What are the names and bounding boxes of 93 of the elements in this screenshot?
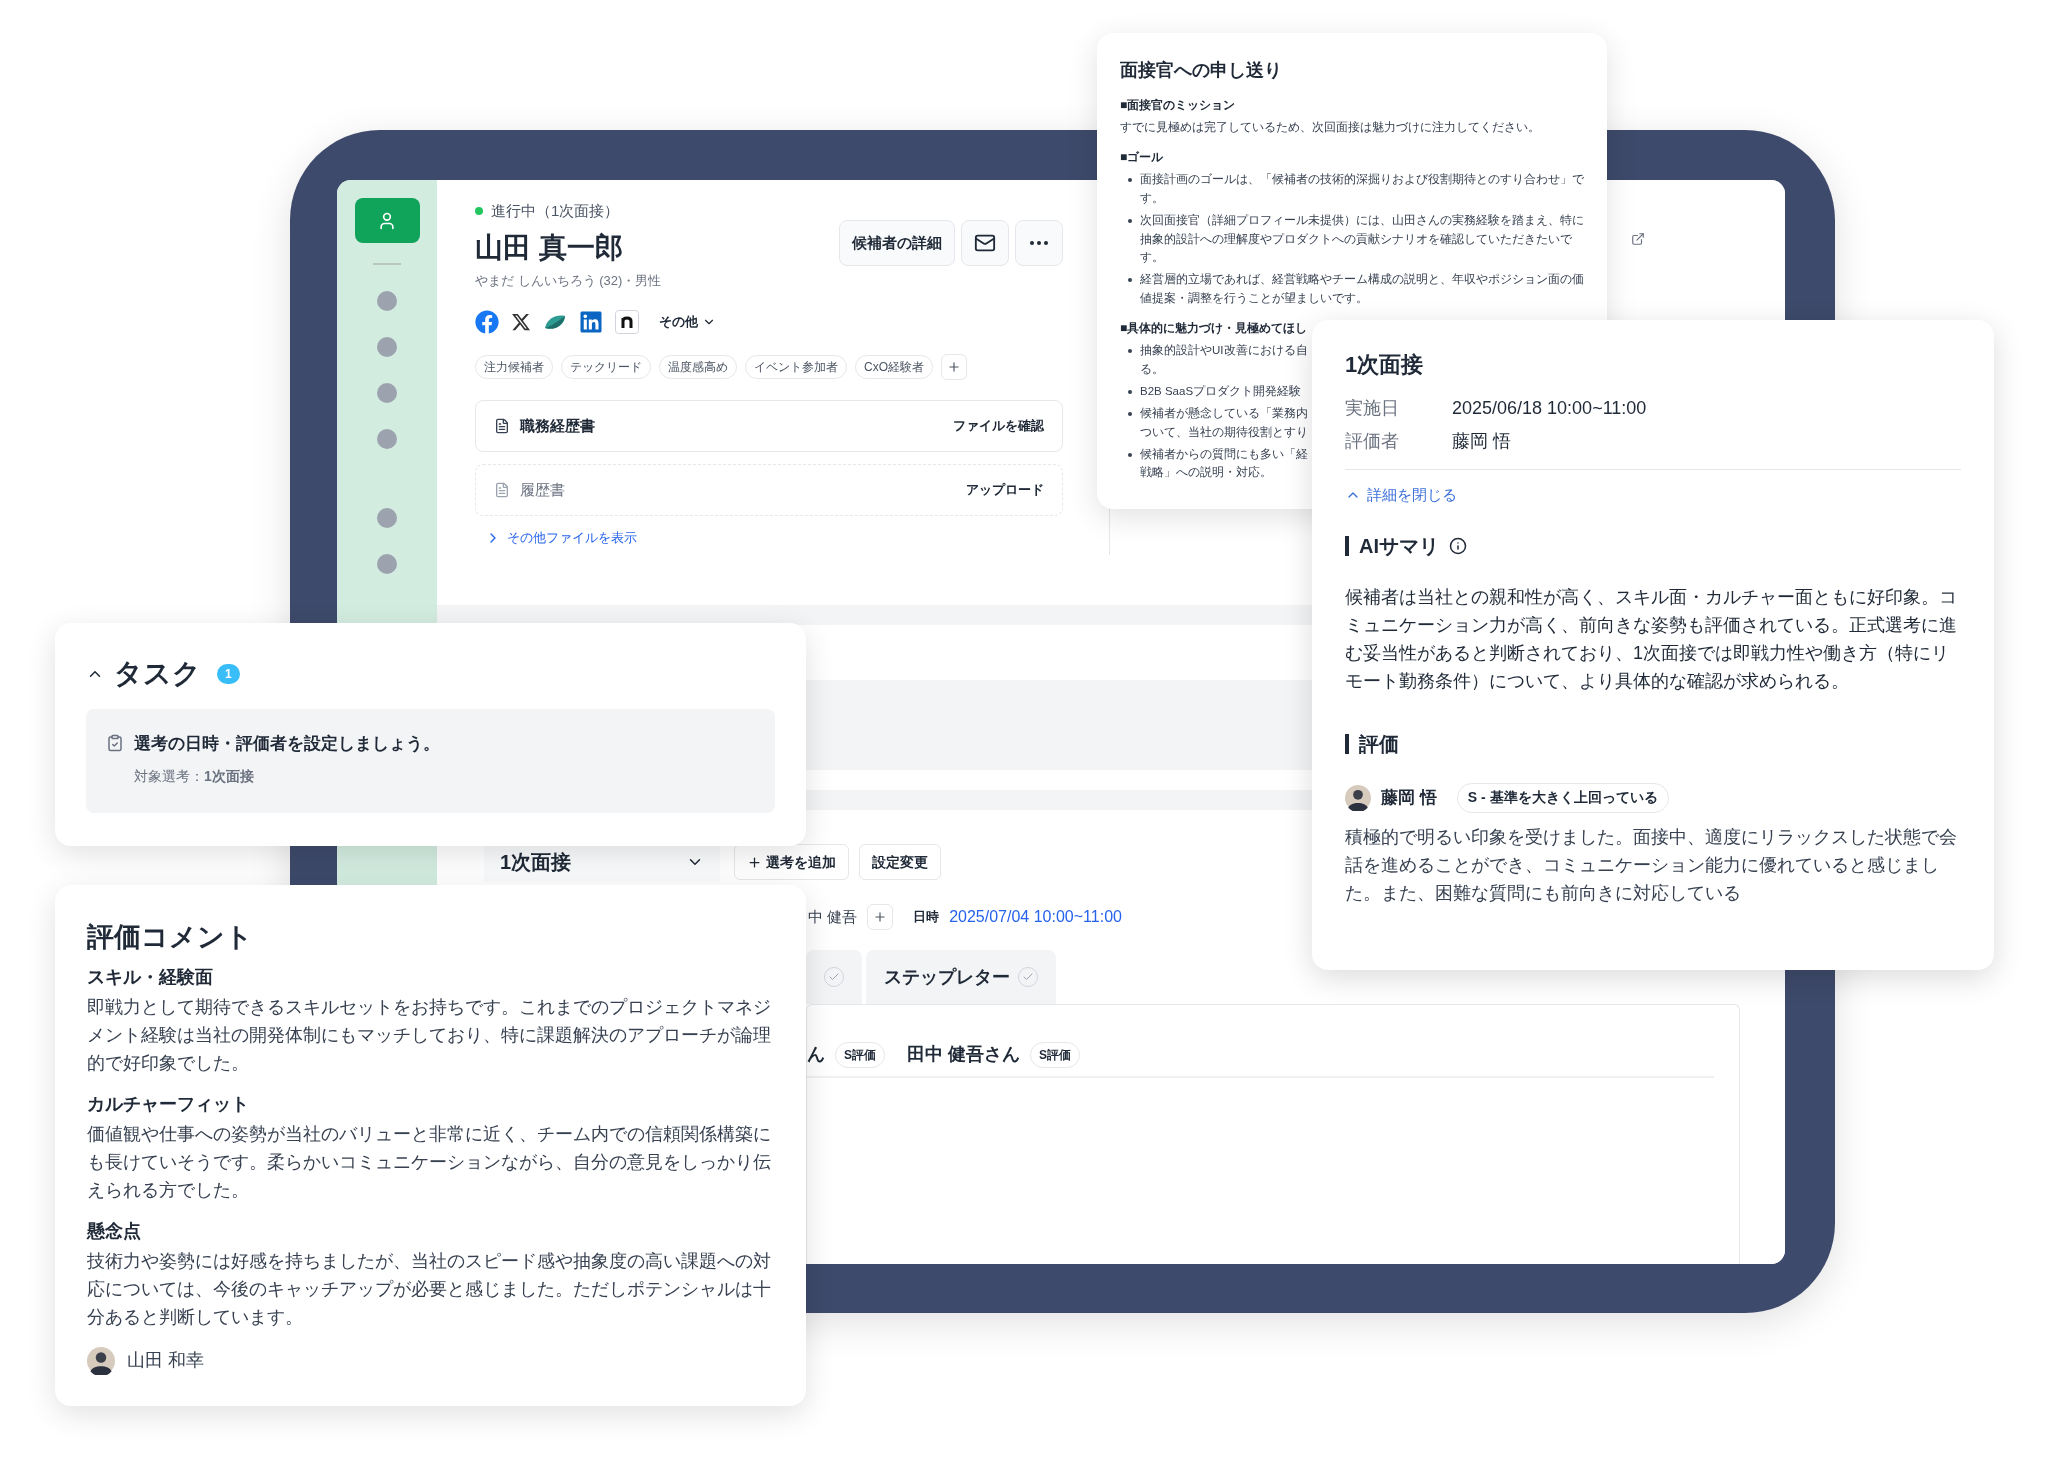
file-action[interactable]: アップロード (966, 480, 1044, 500)
candidate-name: 山田 真一郎 (475, 230, 624, 265)
evaluatee-name: 田中 健吾さん (907, 1043, 1021, 1066)
section-heading: スキル・経験面 (87, 965, 214, 989)
status-label: 進行中（1次面接） (491, 201, 620, 221)
bullet-icon (1128, 453, 1132, 458)
section-heading: 懸念点 (87, 1219, 142, 1243)
sidebar-item[interactable] (377, 508, 397, 528)
bullet-text: 抽象的設計やUI改善における自 (1140, 343, 1308, 359)
evaluator-name: 中 健吾 (808, 906, 858, 927)
add-tag-button[interactable] (941, 354, 967, 380)
section-text: 即戦力として期待できるスキルセットをお持ちです。これまでのプロジェクトマネジメント経験は当社の開発体制にもマッチしており、特に課題解決のアプローチが論理的で好印象でした。 (87, 995, 772, 1075)
bullet-text: 戦略」への説明・対応。 (1140, 465, 1273, 481)
more-icon (1030, 241, 1048, 245)
bullet-text: B2B SaaSプロダクト開発経験 (1140, 383, 1302, 399)
bullet-icon (1128, 219, 1132, 224)
card-title: タスク (114, 657, 201, 691)
bullet-icon (1128, 278, 1132, 283)
candidate-detail-button[interactable]: 候補者の詳細 (839, 220, 955, 266)
x-icon[interactable] (511, 312, 531, 332)
field-value: 2025/06/18 10:00~11:00 (1452, 397, 1647, 420)
settings-button[interactable]: 設定変更 (859, 844, 941, 880)
sidebar-item[interactable] (377, 429, 397, 449)
collapse-link[interactable]: 詳細を閉じる (1345, 484, 1457, 507)
section-text: 価値観や仕事への姿勢が当社のバリューと非常に近く、チーム内での信頼関係構築にも長けていそうです。柔らかいコミュニケーションながら、自分の意見をしっかり伝えられる方でした。 (87, 1122, 772, 1202)
bullet-icon (1128, 178, 1132, 183)
file-action[interactable]: ファイルを確認 (953, 416, 1044, 436)
heading-bar (1345, 535, 1349, 556)
bullet-text: 経営層的立場であれば、経営戦略やチーム構成の説明と、年収やポジション面の価値提案・調整を行うことが望ましいです。 (1140, 272, 1585, 306)
evaluatee-name: ん (807, 1043, 825, 1066)
sidebar-item[interactable] (377, 554, 397, 574)
field-label: 実施日 (1345, 397, 1400, 420)
external-link-icon[interactable] (1631, 232, 1645, 246)
document-icon (494, 418, 510, 434)
bullet-icon (1128, 412, 1132, 417)
card-title: 1次面接 (1345, 351, 1425, 379)
add-evaluator-button[interactable] (867, 904, 894, 930)
sidebar-item[interactable] (377, 291, 397, 311)
sidebar-item[interactable] (354, 198, 420, 243)
clipboard-icon (106, 734, 124, 753)
schedule-label: 日時 (913, 908, 940, 927)
facebook-icon[interactable] (475, 310, 499, 334)
bullet-text: 候補者からの質問にも多い「経 (1140, 447, 1308, 463)
ai-summary-text: 候補者は当社との親和性が高く、スキル面・カルチャー面ともに好印象。コミュニケーション力が高く、前向きな姿勢も評価されている。正式選考に進む妥当性があると判断されており、1次面接では即戦力性や働き方（特にリモート勤務条件）について、より具体的な確認が求められる。 (1345, 585, 1958, 693)
candidate-reading: やまだ しんいちろう (32)・男性 (475, 271, 662, 290)
plus-icon (747, 854, 762, 870)
plus-icon (873, 910, 888, 924)
card-title: 評価コメント (87, 921, 254, 954)
section-text: 技術力や姿勢には好感を持ちましたが、当社のスピード感や抽象度の高い課題への対応については、今後のキャッチアップが必要と感じました。ただしポテンシャルは十分あると判断しています。 (87, 1249, 772, 1329)
mail-icon (974, 232, 996, 254)
section-text: すでに見極めは完了しているため、次回面接は魅力づけに注力してください。 (1120, 120, 1541, 135)
section-heading: 評価 (1359, 731, 1399, 757)
card-title: 面接官への申し送り (1120, 59, 1283, 82)
field-value: 藤岡 悟 (1452, 430, 1511, 453)
task-item[interactable]: 選考の日時・評価者を設定しましょう。 対象選考：1次面接 (86, 709, 775, 813)
step-tab[interactable]: ステップレター (866, 950, 1056, 1004)
field-label: 評価者 (1345, 430, 1400, 453)
other-links-dropdown[interactable]: その他 (659, 312, 716, 332)
bullet-text: 次回面接官（詳細プロフィール未提供）には、山田さんの実務経験を踏まえ、特に抽象的設計への理解度やプロダクトへの貢献シナリオを確認していただきたいです。 (1140, 213, 1585, 265)
section-heading: ■具体的に魅力づけ・見極めてほし (1120, 320, 1309, 338)
bullet-icon (1128, 349, 1132, 354)
heading-bar (1345, 733, 1349, 754)
mail-button[interactable] (961, 220, 1009, 266)
schedule-value: 2025/07/04 10:00~11:00 (949, 907, 1122, 927)
person-icon (377, 210, 397, 231)
bullet-text: 候補者が懸念している「業務内 (1140, 406, 1308, 422)
plus-icon (947, 360, 961, 374)
bullet-text: る。 (1140, 361, 1165, 377)
file-name: 履歴書 (520, 479, 565, 500)
section-heading: カルチャーフィット (87, 1092, 250, 1116)
section-heading: ■ゴール (1120, 149, 1165, 167)
task-target: 対象選考：1次面接 (134, 766, 255, 786)
author-name: 山田 和幸 (127, 1349, 204, 1372)
evaluation-comment: 積極的で明るい印象を受けました。面接中、適度にリラックスした状態で会話を進めることができ、コミュニケーション能力に優れていると感じました。また、困難な質問にも前向きに対応している (1345, 825, 1958, 905)
bullet-icon (1128, 389, 1132, 394)
sidebar-item[interactable] (377, 383, 397, 403)
bullet-text: ついて、当社の期待役割とすり (1140, 424, 1308, 440)
evaluator-name: 藤岡 悟 (1381, 786, 1437, 809)
avatar-icon (1345, 784, 1371, 811)
document-icon (494, 482, 510, 498)
more-button[interactable] (1015, 220, 1063, 266)
section-heading: AIサマリ (1359, 533, 1439, 559)
task-title: 選考の日時・評価者を設定しましょう。 (134, 733, 440, 755)
bullet-text: 面接計画のゴールは、「候補者の技術的深掘りおよび役割期待とのすり合わせ」です。 (1140, 172, 1585, 206)
info-icon[interactable] (1449, 536, 1467, 555)
avatar-icon (87, 1346, 115, 1375)
more-files-link[interactable]: その他ファイルを表示 (485, 528, 637, 548)
linkedin-icon[interactable] (579, 310, 603, 334)
count-badge: 1 (217, 664, 240, 684)
file-name: 職務経歴書 (520, 415, 595, 436)
n-logo-icon[interactable] (615, 310, 639, 334)
section-heading: ■面接官のミッション (1120, 97, 1237, 114)
sidebar-item[interactable] (377, 337, 397, 357)
